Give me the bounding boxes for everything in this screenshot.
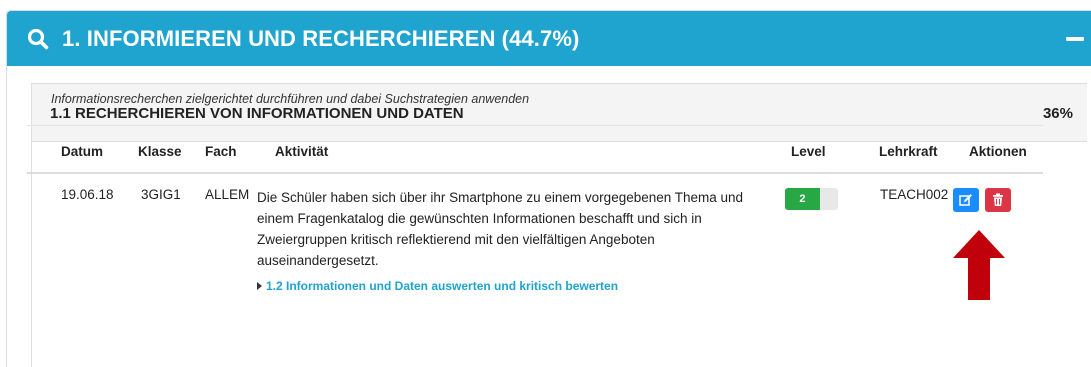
- search-icon: [27, 28, 49, 50]
- minus-icon[interactable]: [1066, 37, 1084, 41]
- column-header-aktionen: Aktionen: [969, 144, 1027, 159]
- column-header-aktivitaet: Aktivität: [275, 144, 329, 159]
- level-bar-fill: 2: [785, 188, 820, 210]
- section-title: 1. INFORMIEREN UND RECHERCHIEREN (44.7%): [62, 26, 580, 51]
- caret-right-icon: [257, 282, 262, 290]
- cell-datum: 19.06.18: [61, 187, 114, 202]
- subsection-title: 1.1 RECHERCHIEREN VON INFORMATIONEN UND …: [50, 105, 464, 122]
- cell-fach: ALLEM: [205, 187, 250, 202]
- arrow-up-icon: [953, 230, 1005, 300]
- cell-aktivitaet: Die Schüler haben sich über ihr Smartpho…: [257, 190, 744, 268]
- competence-link[interactable]: 1.2 Informationen und Daten auswerten un…: [257, 279, 618, 293]
- column-header-datum: Datum: [61, 144, 104, 159]
- subsection-description: Informationsrecherchen zielgerichtet dur…: [51, 92, 530, 106]
- section-card: 1. INFORMIEREN UND RECHERCHIEREN (44.7%)…: [6, 10, 1091, 367]
- column-header-fach: Fach: [205, 144, 237, 159]
- column-header-klasse: Klasse: [138, 144, 182, 159]
- cell-lehrkraft: TEACH002: [880, 187, 949, 202]
- divider: [27, 125, 1043, 126]
- trash-icon: [993, 193, 1003, 206]
- edit-icon: [959, 194, 972, 206]
- edit-button[interactable]: [953, 188, 979, 212]
- table-header-divider: [27, 172, 1043, 174]
- level-bar: 2: [785, 188, 838, 210]
- subsection-percent: 36%: [1042, 105, 1073, 122]
- section-header[interactable]: 1. INFORMIEREN UND RECHERCHIEREN (44.7%): [7, 11, 1091, 66]
- cell-klasse: 3GIG1: [141, 187, 181, 202]
- delete-button[interactable]: [985, 188, 1011, 212]
- column-header-level: Level: [791, 144, 826, 159]
- column-header-lehrkraft: Lehrkraft: [879, 144, 938, 159]
- competence-link-label: 1.2 Informationen und Daten auswerten un…: [266, 279, 619, 293]
